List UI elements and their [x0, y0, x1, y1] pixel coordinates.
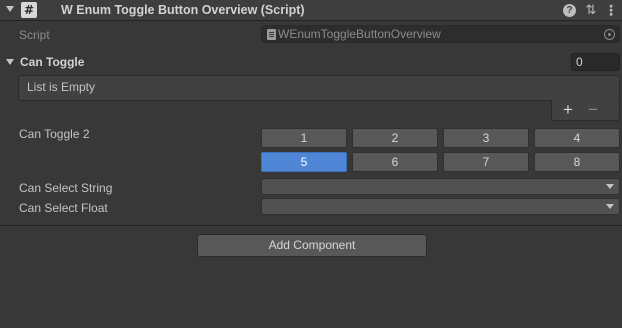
- script-label: Script: [19, 28, 50, 42]
- can-select-float-label: Can Select Float: [19, 201, 108, 215]
- list-body: [18, 75, 620, 101]
- can-toggle-2-label: Can Toggle 2: [19, 127, 90, 141]
- can-select-string-label: Can Select String: [19, 181, 113, 195]
- toggle-button-6[interactable]: 6: [352, 152, 438, 172]
- toggle-button-4[interactable]: 4: [534, 128, 620, 148]
- divider: [0, 225, 622, 226]
- can-select-string-dropdown[interactable]: [261, 178, 620, 195]
- toggle-button-3[interactable]: 3: [443, 128, 529, 148]
- component-title: W Enum Toggle Button Overview (Script): [61, 3, 305, 17]
- help-icon[interactable]: ?: [563, 4, 576, 17]
- add-element-button[interactable]: +: [561, 100, 575, 120]
- list-empty-text: List is Empty: [27, 80, 96, 94]
- kebab-menu-icon[interactable]: ⋮: [604, 3, 618, 17]
- script-file-icon: [267, 29, 276, 40]
- script-object-field[interactable]: WEnumToggleButtonOverview: [261, 25, 620, 43]
- chevron-down-icon: [606, 184, 614, 189]
- chevron-down-icon: [606, 204, 614, 209]
- toggle-button-2[interactable]: 2: [352, 128, 438, 148]
- toggle-button-7[interactable]: 7: [443, 152, 529, 172]
- toggle-button-1[interactable]: 1: [261, 128, 347, 148]
- fold-arrow-icon[interactable]: [6, 6, 14, 12]
- object-picker-icon[interactable]: [604, 29, 615, 40]
- list-size-field[interactable]: 0: [571, 53, 620, 71]
- list-foldout-arrow-icon[interactable]: [6, 59, 14, 65]
- script-icon: #: [21, 2, 37, 18]
- can-select-float-dropdown[interactable]: [261, 198, 620, 215]
- can-toggle-label[interactable]: Can Toggle: [20, 55, 84, 69]
- toggle-button-5[interactable]: 5: [261, 152, 347, 172]
- toggle-button-8[interactable]: 8: [534, 152, 620, 172]
- add-component-button[interactable]: Add Component: [197, 234, 427, 257]
- script-value: WEnumToggleButtonOverview: [278, 27, 441, 41]
- remove-element-button[interactable]: −: [586, 100, 600, 120]
- presets-icon[interactable]: ⇅: [584, 3, 598, 17]
